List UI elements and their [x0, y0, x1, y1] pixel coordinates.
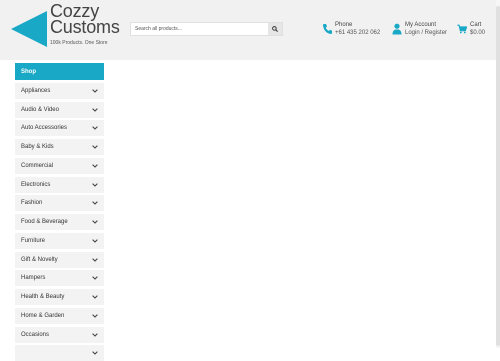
- phone-number[interactable]: +61 435 202 062: [335, 29, 380, 37]
- chevron-down-icon[interactable]: [92, 163, 98, 168]
- shop-header: Shop: [15, 63, 104, 80]
- category-item[interactable]: Fashion: [15, 195, 104, 212]
- logo-triangle-icon[interactable]: [11, 11, 47, 47]
- chevron-down-icon[interactable]: [92, 201, 98, 206]
- chevron-down-icon[interactable]: [92, 220, 98, 224]
- category-label: Audio & Video: [21, 106, 59, 113]
- category-item[interactable]: Commercial: [15, 157, 104, 174]
- category-item[interactable]: Electronics: [15, 176, 104, 193]
- category-label: Food & Beverage: [21, 219, 68, 225]
- cart-icon: [457, 24, 467, 34]
- chevron-down-icon[interactable]: [92, 182, 98, 187]
- phone-contact[interactable]: Phone +61 435 202 062: [322, 21, 380, 37]
- category-item[interactable]: Furniture: [15, 232, 104, 249]
- category-item[interactable]: Health & Beauty: [15, 289, 104, 305]
- scrollbar[interactable]: [496, 0, 500, 348]
- chevron-down-icon[interactable]: [92, 276, 98, 281]
- category-label: Health & Beauty: [21, 294, 65, 300]
- category-label: Electronics: [21, 181, 51, 188]
- category-label: Baby & Kids: [21, 144, 54, 150]
- phone-icon: [323, 24, 332, 34]
- cart-total: $0.00: [470, 30, 486, 36]
- category-list: Appliances Audio & Video Auto Accessories B…: [15, 82, 104, 361]
- search-button[interactable]: [268, 23, 282, 35]
- category-label: Hampers: [21, 275, 46, 282]
- category-item[interactable]: Audio & Video: [15, 101, 104, 118]
- user-icon: [392, 23, 402, 35]
- category-item[interactable]: Food & Beverage: [15, 214, 104, 230]
- account-label: My Account: [405, 22, 437, 28]
- cart-label: Cart: [470, 22, 482, 28]
- chevron-down-icon[interactable]: [92, 238, 98, 243]
- chevron-down-icon[interactable]: [92, 126, 98, 131]
- chevron-down-icon[interactable]: [92, 107, 98, 112]
- cart-summary[interactable]: Cart $0.00: [457, 21, 485, 37]
- category-label: Fashion: [21, 200, 43, 207]
- login-register-link[interactable]: Login / Register: [405, 29, 447, 37]
- account-menu[interactable]: My Account Login / Register: [392, 21, 447, 37]
- category-item[interactable]: Auto Accessories: [15, 120, 104, 137]
- chevron-down-icon[interactable]: [92, 295, 98, 299]
- chevron-down-icon[interactable]: [92, 351, 98, 356]
- search-input[interactable]: [131, 23, 269, 35]
- category-label: Auto Accessories: [21, 125, 68, 132]
- phone-label: Phone: [335, 22, 353, 28]
- category-item[interactable]: Baby & Kids: [15, 139, 104, 155]
- category-label: Appliances: [21, 87, 51, 94]
- logo-tagline: 100k Products. One Store: [50, 40, 108, 46]
- chevron-down-icon[interactable]: [92, 88, 98, 93]
- category-item[interactable]: Occasions: [15, 326, 104, 343]
- category-label: Furniture: [21, 237, 46, 244]
- category-item[interactable]: Gift & Novelty: [15, 251, 104, 268]
- scrollbar-thumb[interactable]: [496, 6, 500, 346]
- chevron-down-icon[interactable]: [92, 257, 98, 262]
- category-label: Occasions: [21, 331, 50, 338]
- category-label: Commercial: [21, 162, 54, 169]
- search-icon: [272, 26, 278, 32]
- chevron-down-icon[interactable]: [92, 313, 98, 318]
- shop-category-sidebar: Shop Appliances Audio & Video Auto Accesso…: [15, 63, 104, 361]
- chevron-down-icon[interactable]: [92, 145, 98, 149]
- category-item[interactable]: Appliances: [15, 82, 104, 99]
- logo-wordmark[interactable]: Cozzy Customs: [50, 2, 130, 37]
- category-item[interactable]: Home & Garden: [15, 307, 104, 324]
- category-label: Home & Garden: [21, 312, 65, 319]
- category-label: Gift & Novelty: [21, 256, 58, 263]
- chevron-down-icon[interactable]: [92, 332, 98, 337]
- category-item[interactable]: Hampers: [15, 270, 104, 287]
- search-bar: [130, 22, 283, 36]
- logo-name-line2: Customs: [50, 17, 120, 37]
- site-header: Cozzy Customs 100k Products. One Store P…: [0, 0, 500, 60]
